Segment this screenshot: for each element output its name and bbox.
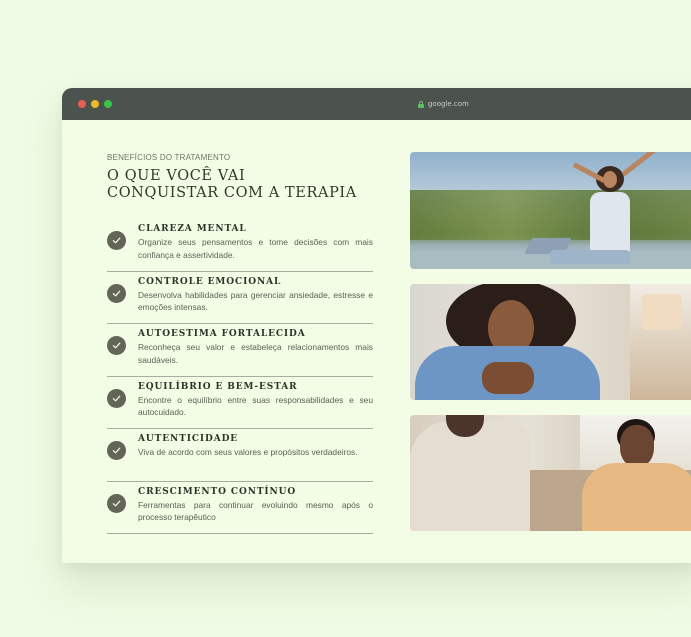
benefit-title: CRESCIMENTO CONTÍNUO	[138, 486, 297, 497]
benefit-description: Encontre o equilíbrio entre suas respons…	[138, 394, 373, 418]
benefit-item: CONTROLE EMOCIONAL Desenvolva habilidade…	[107, 272, 373, 324]
heading-line-2: CONQUISTAR COM A TERAPIA	[107, 185, 357, 201]
benefit-description: Organize seus pensamentos e tome decisõe…	[138, 237, 373, 260]
address-bar[interactable]: google.com	[418, 98, 469, 110]
benefit-title: CONTROLE EMOCIONAL	[138, 276, 282, 287]
heading-line-1: O QUE VOCÊ VAI	[107, 168, 246, 184]
benefit-title: AUTOESTIMA FORTALECIDA	[138, 329, 306, 339]
photo-man-smiling-in-session	[410, 415, 691, 531]
benefit-title: CLAREZA MENTAL	[138, 224, 247, 234]
check-icon	[107, 388, 126, 408]
benefit-description: Reconheça seu valor e estabeleça relacio…	[138, 342, 373, 365]
photo-woman-celebrating-outdoors	[410, 152, 691, 269]
check-icon	[107, 441, 126, 460]
benefit-title: AUTENTICIDADE	[138, 434, 239, 444]
benefit-item: CLAREZA MENTAL Organize seus pensamentos…	[107, 219, 373, 272]
section-heading: O QUE VOCÊ VAI CONQUISTAR COM A TERAPIA	[107, 168, 367, 202]
url-text: google.com	[428, 100, 469, 108]
browser-window: google.com BENEFÍCIOS DO TRATAMENTO O QU…	[62, 88, 691, 563]
benefit-item: CRESCIMENTO CONTÍNUO Ferramentas para co…	[107, 482, 373, 534]
check-icon	[107, 336, 126, 355]
close-window-button[interactable]	[78, 100, 86, 108]
benefit-description: Desenvolva habilidades para gerenciar an…	[138, 289, 373, 313]
benefit-item: EQUILÍBRIO E BEM-ESTAR Encontre o equilí…	[107, 377, 373, 429]
benefit-item: AUTENTICIDADE Viva de acordo com seus va…	[107, 429, 373, 482]
benefit-description: Ferramentas para continuar evoluindo mes…	[138, 499, 373, 523]
section-eyebrow: BENEFÍCIOS DO TRATAMENTO	[107, 153, 231, 162]
maximize-window-button[interactable]	[104, 100, 112, 108]
benefits-list: CLAREZA MENTAL Organize seus pensamentos…	[107, 219, 373, 534]
check-icon	[107, 493, 126, 513]
browser-titlebar: google.com	[62, 88, 691, 120]
benefit-item: AUTOESTIMA FORTALECIDA Reconheça seu val…	[107, 324, 373, 377]
minimize-window-button[interactable]	[91, 100, 99, 108]
check-icon	[107, 283, 126, 303]
lock-icon	[418, 100, 424, 108]
check-icon	[107, 231, 126, 250]
photo-woman-hands-on-chest	[410, 284, 691, 400]
benefit-title: EQUILÍBRIO E BEM-ESTAR	[138, 381, 298, 392]
page-content: BENEFÍCIOS DO TRATAMENTO O QUE VOCÊ VAI …	[62, 120, 691, 563]
benefit-description: Viva de acordo com seus valores e propós…	[138, 447, 358, 457]
